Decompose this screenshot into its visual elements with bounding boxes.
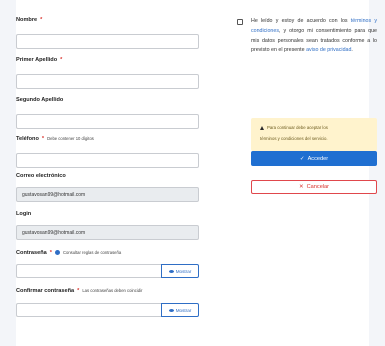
- terms-checkbox[interactable]: [237, 19, 243, 25]
- terms-text: He leído y estoy de acuerdo con los térm…: [251, 18, 377, 54]
- nombre-input[interactable]: [16, 34, 199, 49]
- nombre-label: Nombre: [16, 17, 38, 23]
- warning-line-1: Para continuar debe aceptar los: [267, 125, 328, 130]
- login-group: Login gustavosan99@hotmail.com: [16, 211, 202, 240]
- confirmar-label: Confirmar contraseña: [16, 288, 75, 294]
- required-marker: *: [40, 17, 43, 23]
- confirmar-row: Mostrar: [16, 303, 199, 317]
- primer-apellido-group: Primer Apellido *: [16, 57, 202, 89]
- cancelar-label: Cancelar: [306, 184, 330, 190]
- confirmar-hint: Las contraseñas deben coincidir: [82, 288, 143, 293]
- warning-icon: [260, 125, 264, 130]
- required-marker: *: [77, 288, 80, 294]
- correo-value: gustavosan99@hotmail.com: [22, 192, 86, 198]
- login-label: Login: [16, 211, 32, 217]
- mostrar-contrasena-button[interactable]: Mostrar: [161, 264, 199, 278]
- contrasena-row: Mostrar: [16, 264, 199, 278]
- confirmar-group: Confirmar contraseña * Las contraseñas deb…: [16, 288, 202, 317]
- telefono-label: Teléfono: [16, 136, 39, 142]
- acceder-label: Acceder: [307, 155, 329, 162]
- primer-apellido-input[interactable]: [16, 74, 199, 89]
- privacy-link[interactable]: aviso de privacidad: [306, 47, 351, 53]
- terms-warning-alert: Para continuar debe aceptar los términos…: [251, 118, 377, 151]
- contrasena-label: Contraseña: [16, 250, 47, 256]
- x-icon: ✕: [298, 184, 304, 190]
- correo-input[interactable]: gustavosan99@hotmail.com: [16, 187, 199, 202]
- contrasena-input[interactable]: [16, 264, 161, 278]
- segundo-apellido-group: Segundo Apellido: [16, 97, 202, 129]
- mostrar-label: Mostrar: [175, 268, 192, 274]
- contrasena-group: Contraseña * Consultar reglas de contraseñ…: [16, 250, 202, 278]
- required-marker: *: [49, 250, 52, 256]
- primer-apellido-label: Primer Apellido: [16, 57, 58, 63]
- correo-label: Correo electrónico: [16, 173, 66, 179]
- telefono-input[interactable]: [16, 153, 199, 168]
- warning-line-2: términos y condiciones del servicio.: [260, 136, 328, 141]
- cancelar-button[interactable]: ✕ Cancelar: [251, 180, 377, 194]
- correo-group: Correo electrónico gustavosan99@hotmail.…: [16, 173, 202, 202]
- eye-icon: [168, 308, 174, 312]
- mostrar-confirmar-button[interactable]: Mostrar: [161, 303, 199, 317]
- check-icon: ✓: [299, 155, 305, 162]
- mostrar-label: Mostrar: [175, 307, 192, 313]
- confirmar-input[interactable]: [16, 303, 161, 317]
- login-value: gustavosan99@hotmail.com: [22, 230, 86, 236]
- telefono-hint: Debe contener 10 dígitos: [47, 136, 94, 141]
- required-marker: *: [41, 136, 45, 142]
- contrasena-hint[interactable]: Consultar reglas de contraseña: [63, 250, 121, 255]
- segundo-apellido-input[interactable]: [16, 114, 199, 129]
- telefono-group: Teléfono * Debe contener 10 dígitos: [16, 136, 202, 168]
- required-marker: *: [60, 57, 63, 63]
- segundo-apellido-label: Segundo Apellido: [16, 97, 64, 103]
- nombre-group: Nombre *: [16, 17, 202, 49]
- login-input[interactable]: gustavosan99@hotmail.com: [16, 225, 199, 240]
- acceder-button[interactable]: ✓ Acceder: [251, 151, 377, 166]
- info-icon[interactable]: [54, 250, 60, 256]
- eye-icon: [168, 269, 174, 273]
